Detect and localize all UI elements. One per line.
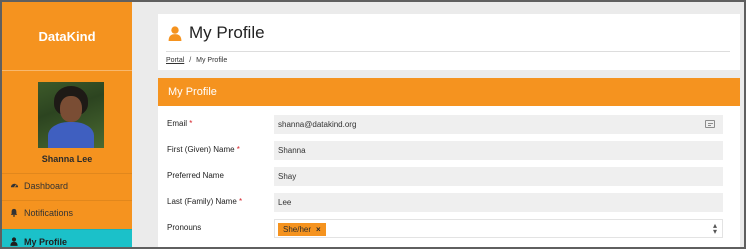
required-mark: * <box>236 145 240 154</box>
first-name-label: First (Given) Name * <box>167 145 240 154</box>
breadcrumb: Portal / My Profile <box>166 57 227 64</box>
brand-logo[interactable]: DataKind <box>2 2 132 70</box>
user-name: Shanna Lee <box>41 154 93 164</box>
required-mark: * <box>239 197 243 206</box>
pronouns-select[interactable]: She/her × ▴ ▾ <box>274 219 723 238</box>
last-name-field[interactable]: Lee <box>274 193 723 212</box>
title-divider <box>166 51 730 52</box>
sidebar-divider <box>2 70 132 71</box>
chevron-up-down-icon[interactable]: ▴ ▾ <box>713 222 717 236</box>
page-title: My Profile <box>168 23 265 43</box>
sidebar-item-label: Notifications <box>24 207 74 218</box>
sidebar-item-label: Dashboard <box>24 180 69 191</box>
pronoun-tag: She/her × <box>278 223 326 236</box>
preferred-name-field[interactable]: Shay <box>274 167 723 186</box>
pronouns-label: Pronouns <box>167 223 202 232</box>
breadcrumb-separator: / <box>189 57 192 64</box>
breadcrumb-portal-link[interactable]: Portal <box>166 57 184 64</box>
profile-card: My Profile Email * shanna@datakind.org F… <box>158 78 740 247</box>
card-title: My Profile <box>158 78 740 106</box>
last-name-row: Last (Family) Name * Lee <box>158 193 740 213</box>
email-row: Email * shanna@datakind.org <box>158 115 740 135</box>
first-name-row: First (Given) Name * Shanna <box>158 141 740 161</box>
dashboard-icon <box>10 181 24 190</box>
sidebar-item-notifications[interactable]: Notifications <box>2 200 132 224</box>
first-name-field[interactable]: Shanna <box>274 141 723 160</box>
last-name-label: Last (Family) Name * <box>167 197 243 206</box>
sidebar-item-label: My Profile <box>24 236 68 247</box>
pronouns-row: Pronouns She/her × ▴ ▾ <box>158 219 740 239</box>
preferred-name-row: Preferred Name Shay <box>158 167 740 187</box>
breadcrumb-current: My Profile <box>196 57 228 64</box>
email-label: Email * <box>167 119 193 128</box>
sidebar-item-dashboard[interactable]: Dashboard <box>2 173 132 197</box>
app-frame: DataKind Shanna Lee Dashboard Notificati… <box>0 0 746 249</box>
sidebar-item-my-profile[interactable]: My Profile <box>2 229 132 247</box>
required-mark: * <box>189 119 193 128</box>
page-header: My Profile Portal / My Profile <box>158 14 740 70</box>
user-icon <box>10 237 24 246</box>
email-field[interactable]: shanna@datakind.org <box>274 115 723 134</box>
sidebar: DataKind Shanna Lee Dashboard Notificati… <box>2 2 132 247</box>
bell-icon <box>10 208 24 217</box>
contact-card-icon[interactable] <box>705 120 715 128</box>
preferred-name-label: Preferred Name <box>167 171 224 180</box>
tag-remove-button[interactable]: × <box>316 225 321 234</box>
avatar <box>38 82 104 148</box>
user-icon <box>168 25 182 41</box>
page-title-text: My Profile <box>189 23 265 42</box>
